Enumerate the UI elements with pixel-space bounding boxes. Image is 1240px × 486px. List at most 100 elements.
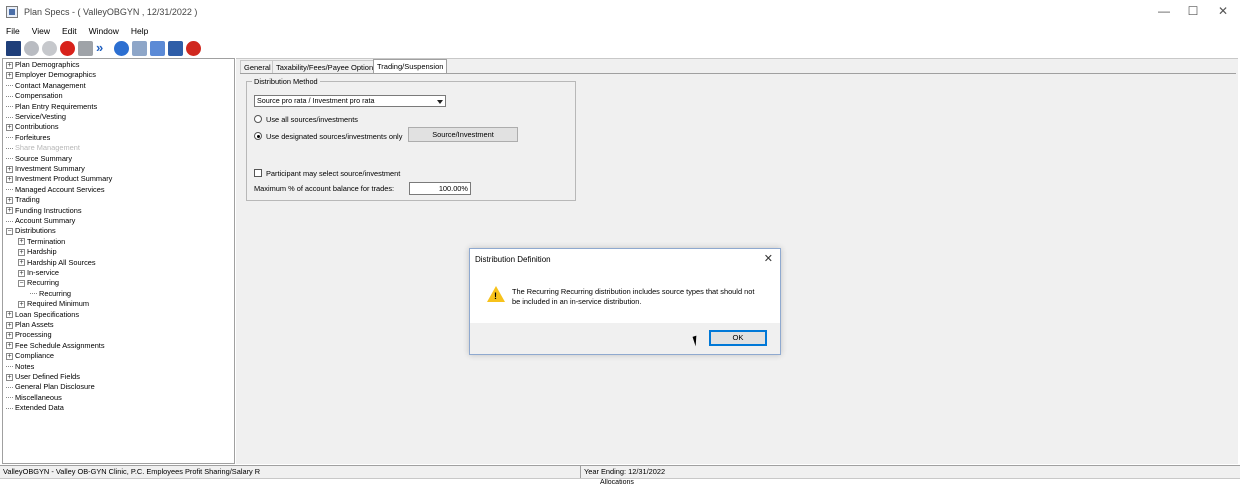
warning-exclamation: !	[494, 291, 497, 301]
tree-item-label: Notes	[15, 361, 35, 371]
menu-edit[interactable]: Edit	[62, 26, 77, 36]
minimize-icon[interactable]: —	[1156, 4, 1172, 18]
tree-item-label: Miscellaneous	[15, 392, 62, 402]
preview-icon[interactable]	[150, 40, 165, 56]
report-icon[interactable]	[168, 40, 183, 56]
close-icon[interactable]: ✕	[1215, 4, 1231, 18]
chevron-down-icon[interactable]	[437, 100, 443, 104]
tree-item-label: Recurring	[27, 278, 60, 288]
expand-icon[interactable]: +	[18, 259, 25, 267]
tree-item-label: Source Summary	[15, 153, 73, 163]
tree-item[interactable]: General Plan Disclosure	[6, 382, 95, 392]
expand-icon[interactable]: +	[6, 165, 13, 173]
tab-taxability[interactable]: Taxability/Fees/Payee Options	[272, 60, 381, 73]
tree-item[interactable]: + Plan Assets	[6, 320, 54, 330]
tree-item[interactable]: + Fee Schedule Assignments	[6, 341, 105, 351]
delete-icon[interactable]	[60, 40, 75, 56]
ok-button[interactable]: OK	[709, 330, 767, 346]
forward-icon[interactable]: »	[96, 40, 111, 56]
tree-item[interactable]: + Compliance	[6, 351, 54, 361]
tree-connector	[6, 387, 13, 389]
distribution-method-select[interactable]: Source pro rata / Investment pro rata	[254, 95, 446, 107]
save-icon[interactable]	[6, 40, 21, 56]
plan-tree[interactable]: + Plan Demographics + Employer Demographics…	[2, 58, 235, 464]
tree-item[interactable]: − Recurring	[18, 278, 59, 288]
collapse-icon[interactable]: −	[18, 280, 25, 288]
tree-item[interactable]: Notes	[6, 362, 34, 372]
tree-connector	[6, 95, 13, 97]
tree-item[interactable]: + Employer Demographics	[6, 70, 96, 80]
tree-item[interactable]: + Plan Demographics	[6, 60, 80, 70]
radio-designated-sources[interactable]	[254, 132, 262, 140]
tree-item[interactable]: + User Defined Fields	[6, 372, 80, 382]
tree-connector	[6, 106, 13, 108]
tree-item[interactable]: + Loan Specifications	[6, 310, 79, 320]
tree-item[interactable]: Compensation	[6, 91, 63, 101]
expand-icon[interactable]: +	[6, 352, 13, 360]
menu-help[interactable]: Help	[131, 26, 148, 36]
expand-icon[interactable]: +	[6, 342, 13, 350]
tree-item[interactable]: Service/Vesting	[6, 112, 66, 122]
tree-item[interactable]: Managed Account Services	[6, 185, 105, 195]
maximize-icon[interactable]: ☐	[1185, 4, 1201, 18]
tree-item[interactable]: Account Summary	[6, 216, 75, 226]
expand-icon[interactable]: +	[6, 196, 13, 204]
expand-icon[interactable]: +	[6, 124, 13, 132]
tree-item[interactable]: + Processing	[6, 330, 52, 340]
add-icon[interactable]	[24, 40, 39, 56]
tree-item[interactable]: Forfeitures	[6, 133, 50, 143]
expand-icon[interactable]: +	[6, 321, 13, 329]
tree-item[interactable]: Miscellaneous	[6, 393, 62, 403]
tree-item[interactable]: Share Management	[6, 143, 80, 153]
expand-icon[interactable]: +	[18, 238, 25, 246]
expand-icon[interactable]: +	[6, 332, 13, 340]
expand-icon[interactable]: +	[18, 248, 25, 256]
blank-icon[interactable]	[42, 40, 57, 56]
tree-item[interactable]: + Investment Product Summary	[6, 174, 112, 184]
expand-icon[interactable]: +	[18, 300, 25, 308]
participant-select-checkbox[interactable]	[254, 169, 262, 177]
tree-item[interactable]: Plan Entry Requirements	[6, 102, 97, 112]
exit-icon[interactable]	[186, 40, 201, 56]
menu-file[interactable]: File	[6, 26, 20, 36]
tree-connector	[6, 366, 13, 368]
expand-icon[interactable]: +	[6, 61, 13, 69]
expand-icon[interactable]: +	[6, 207, 13, 215]
tree-item[interactable]: + Trading	[6, 195, 40, 205]
tree-item[interactable]: − Distributions	[6, 226, 56, 236]
tree-item[interactable]: Recurring	[30, 289, 71, 299]
tree-item-label: Extended Data	[15, 403, 64, 413]
tree-item-label: Processing	[15, 330, 52, 340]
tree-item[interactable]: + Hardship All Sources	[18, 258, 96, 268]
radio-all-sources[interactable]	[254, 115, 262, 123]
tree-item[interactable]: + Hardship	[18, 247, 57, 257]
menu-view[interactable]: View	[32, 26, 50, 36]
collapse-icon[interactable]: −	[6, 228, 13, 236]
expand-icon[interactable]: +	[6, 373, 13, 381]
trash-icon[interactable]	[78, 40, 93, 56]
tree-item[interactable]: + In-service	[18, 268, 59, 278]
tree-item[interactable]: Source Summary	[6, 154, 72, 164]
help-icon[interactable]	[114, 40, 129, 56]
tree-item[interactable]: Extended Data	[6, 403, 64, 413]
max-percent-field[interactable]: 100.00%	[409, 182, 471, 195]
source-investment-button[interactable]: Source/Investment	[408, 127, 518, 142]
expand-icon[interactable]: +	[18, 269, 25, 277]
tree-item-label: Service/Vesting	[15, 112, 66, 121]
tab-trading-suspension[interactable]: Trading/Suspension	[373, 59, 448, 73]
expand-icon[interactable]: +	[6, 72, 13, 80]
tab-general[interactable]: General	[240, 60, 275, 73]
tree-item[interactable]: + Termination	[18, 237, 65, 247]
tree-item[interactable]: + Funding Instructions	[6, 206, 82, 216]
tree-connector	[6, 116, 13, 118]
expand-icon[interactable]: +	[6, 176, 13, 184]
background-allocations-item: Allocations	[600, 479, 634, 486]
expand-icon[interactable]: +	[6, 311, 13, 319]
tree-item[interactable]: + Required Minimum	[18, 299, 89, 309]
tree-item[interactable]: + Contributions	[6, 122, 59, 132]
print-icon[interactable]	[132, 40, 147, 56]
tree-item[interactable]: + Investment Summary	[6, 164, 85, 174]
menu-window[interactable]: Window	[89, 26, 119, 36]
tree-item[interactable]: Contact Management	[6, 81, 86, 91]
close-icon[interactable]: ✕	[764, 252, 773, 265]
